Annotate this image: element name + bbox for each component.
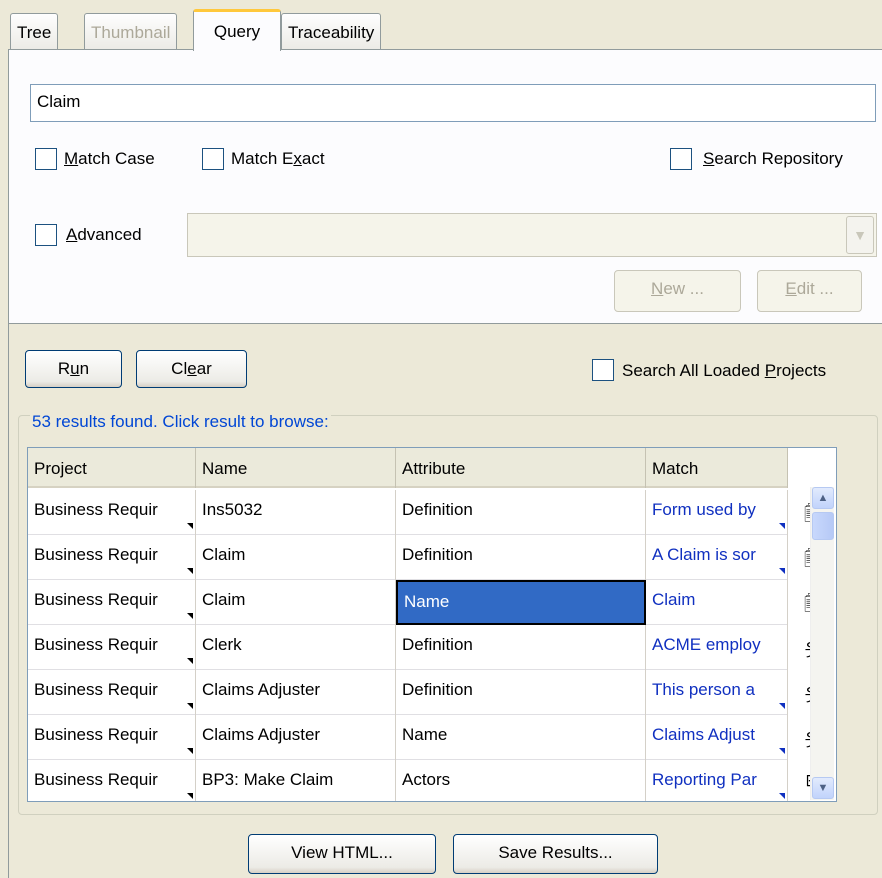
cell-project[interactable]: Business Requir [28,490,196,535]
cell-match[interactable]: Claim [646,580,788,625]
table-row[interactable]: Business Requir Claims Adjuster Definition… [28,670,820,715]
cell-match[interactable]: Claims Adjust [646,715,788,760]
cell-name[interactable]: BP3: Make Claim [196,760,396,801]
table-row[interactable]: Business Requir Claims Adjuster Name Claims… [28,715,820,760]
search-input[interactable]: Claim [30,84,876,122]
table-row[interactable]: Business Requir Claim Definition A Claim is… [28,535,821,580]
cell-match[interactable]: A Claim is sor [646,535,788,580]
cell-name[interactable]: Claims Adjuster [196,670,396,715]
cell-project[interactable]: Business Requir [28,670,196,715]
column-header-type[interactable] [788,448,836,488]
cell-name[interactable]: Claim [196,580,396,625]
cell-attribute[interactable]: Definition [396,490,646,535]
table-row[interactable]: Business Requir BP3: Make Claim Actors Repo… [28,760,820,801]
results-scrollbar[interactable]: ▲ ▼ [810,487,834,800]
scroll-up-icon[interactable]: ▲ [812,487,834,509]
truncation-marker-icon [187,523,193,529]
truncation-marker-icon [187,703,193,709]
tab-traceability[interactable]: Traceability [281,13,382,49]
truncation-marker-icon [187,613,193,619]
advanced-label[interactable]: Advanced [66,225,142,245]
advanced-checkbox[interactable] [35,224,57,246]
match-exact-checkbox[interactable] [202,148,224,170]
truncation-marker-icon [779,793,785,799]
view-html-button[interactable]: View HTML... [248,834,436,874]
truncation-marker-icon [187,793,193,799]
cell-project[interactable]: Business Requir [28,715,196,760]
edit-query-button[interactable]: Edit ... [757,270,862,312]
chevron-down-icon[interactable]: ▼ [846,216,874,254]
clear-button[interactable]: Clear [136,350,247,388]
search-all-loaded-label[interactable]: Search All Loaded Projects [622,361,826,381]
truncation-marker-icon [779,523,785,529]
cell-attribute[interactable]: Actors [396,760,646,801]
cell-attribute[interactable]: Definition [396,670,646,715]
cell-name[interactable]: Ins5032 [196,490,396,535]
truncation-marker-icon [779,568,785,574]
search-repository-label[interactable]: Search Repository [703,149,843,169]
cell-project[interactable]: Business Requir [28,625,196,670]
truncation-marker-icon [779,703,785,709]
column-header-name[interactable]: Name [196,448,396,488]
save-results-button[interactable]: Save Results... [453,834,658,874]
run-button[interactable]: Run [25,350,122,388]
column-header-match[interactable]: Match [646,448,788,488]
truncation-marker-icon [187,658,193,664]
column-header-project[interactable]: Project [28,448,196,488]
scroll-thumb[interactable] [812,512,834,540]
truncation-marker-icon [187,568,193,574]
results-table: Project Name Attribute Match Business Re… [27,447,837,802]
search-all-loaded-checkbox[interactable] [592,359,614,381]
table-row[interactable]: Business Requir Clerk Definition ACME emplo… [28,625,820,670]
search-repository-checkbox[interactable] [670,148,692,170]
tab-thumbnail: Thumbnail [84,13,178,49]
match-case-label[interactable]: Match Case [64,149,155,169]
column-header-attribute[interactable]: Attribute [396,448,646,488]
advanced-query-select[interactable]: ▼ [187,213,877,257]
cell-project[interactable]: Business Requir [28,580,196,625]
cell-match[interactable]: This person a [646,670,788,715]
scroll-down-icon[interactable]: ▼ [812,777,834,799]
match-case-checkbox[interactable] [35,148,57,170]
cell-attribute[interactable]: Name [396,580,646,625]
tab-query[interactable]: Query [193,9,281,51]
cell-project[interactable]: Business Requir [28,535,196,580]
results-summary: 53 results found. Click result to browse… [30,412,331,432]
cell-name[interactable]: Clerk [196,625,396,670]
cell-match[interactable]: ACME employ [646,625,788,670]
truncation-marker-icon [779,748,785,754]
truncation-marker-icon [187,748,193,754]
cell-match[interactable]: Reporting Par [646,760,788,801]
table-row[interactable]: Business RequirClaimNameClaim🗐 [28,580,821,625]
tab-tree[interactable]: Tree [10,13,59,49]
cell-project[interactable]: Business Requir [28,760,196,801]
table-row[interactable]: Business Requir Ins5032 Definition Form use… [28,490,821,535]
cell-match[interactable]: Form used by [646,490,788,535]
match-exact-label[interactable]: Match Exact [231,149,325,169]
cell-attribute[interactable]: Definition [396,625,646,670]
cell-name[interactable]: Claims Adjuster [196,715,396,760]
new-query-button[interactable]: New ... [614,270,741,312]
cell-attribute[interactable]: Definition [396,535,646,580]
cell-name[interactable]: Claim [196,535,396,580]
cell-attribute[interactable]: Name [396,715,646,760]
results-table-header: Project Name Attribute Match [28,448,788,488]
